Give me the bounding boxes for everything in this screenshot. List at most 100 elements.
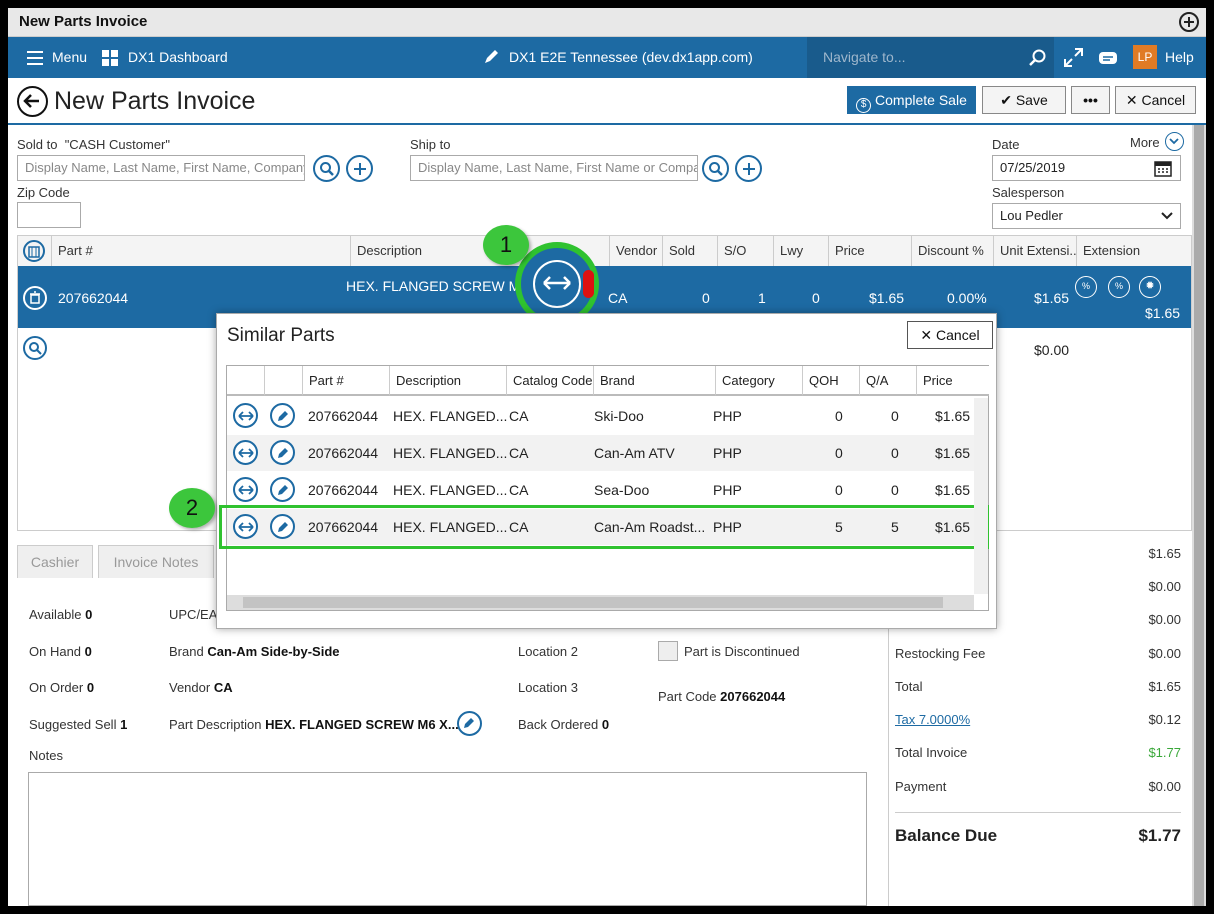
similar-parts-icon[interactable] <box>533 260 581 308</box>
add-part-search-icon[interactable] <box>23 336 47 360</box>
dialog-title: Similar Parts <box>227 325 335 346</box>
edit-part-icon[interactable] <box>270 440 295 465</box>
list-item[interactable]: 207662044 HEX. FLANGED... CA Can-Am ATV … <box>227 435 974 471</box>
on-order-field: On Order 0 <box>29 680 95 695</box>
col-sold[interactable]: Sold <box>663 236 718 266</box>
menu-label[interactable]: Menu <box>52 49 87 65</box>
edit-part-icon[interactable] <box>270 477 295 502</box>
part-code-field: Part Code 207662044 <box>658 689 786 704</box>
col-discount[interactable]: Discount % <box>912 236 994 266</box>
totals-separator <box>895 812 1181 813</box>
more-link[interactable]: More <box>1130 135 1160 150</box>
grid-vertical-scrollbar[interactable] <box>974 398 988 594</box>
dialog-cancel-label: Cancel <box>936 327 980 343</box>
col-price[interactable]: Price <box>917 366 989 396</box>
chevron-down-icon[interactable] <box>1165 132 1184 151</box>
row-description: HEX. FLANGED SCREW M6 <box>346 278 529 294</box>
select-part-icon[interactable] <box>233 477 258 502</box>
navigate-placeholder: Navigate to... <box>823 49 906 65</box>
save-label: Save <box>1015 92 1048 108</box>
dashboard-link[interactable]: DX1 Dashboard <box>128 49 228 65</box>
columns-icon[interactable] <box>23 240 45 262</box>
chat-icon[interactable] <box>1098 51 1118 69</box>
complete-sale-button[interactable]: $ Complete Sale <box>847 86 976 114</box>
discontinued-checkbox[interactable] <box>658 641 678 661</box>
cell-qa: 0 <box>891 408 899 424</box>
dialog-cancel-button[interactable]: ✕ Cancel <box>907 321 993 349</box>
tax-link[interactable]: Tax 7.0000% <box>895 712 970 727</box>
list-item[interactable]: 207662044 HEX. FLANGED... CA Ski-Doo PHP… <box>227 398 974 434</box>
tab-invoice-notes[interactable]: Invoice Notes <box>98 545 214 578</box>
help-link[interactable]: Help <box>1165 49 1194 65</box>
tab-cashier[interactable]: Cashier <box>17 545 93 578</box>
zip-label: Zip Code <box>17 185 70 200</box>
add-window-icon[interactable] <box>1179 12 1199 32</box>
col-lwy[interactable]: Lwy <box>774 236 829 266</box>
edit-description-icon[interactable] <box>457 711 482 736</box>
col-unit-ext[interactable]: Unit Extensi... <box>994 236 1077 266</box>
col-brand[interactable]: Brand <box>594 366 716 396</box>
col-part[interactable]: Part # <box>303 366 390 396</box>
date-input[interactable]: 07/25/2019 <box>992 155 1181 181</box>
tax-icon[interactable]: % <box>1108 276 1130 298</box>
cancel-button[interactable]: ✕ Cancel <box>1115 86 1196 114</box>
ship-to-add-icon[interactable] <box>735 155 762 182</box>
callout-1: 1 <box>483 225 529 265</box>
col-part[interactable]: Part # <box>52 236 351 266</box>
navigate-input[interactable]: Navigate to... <box>807 37 1054 78</box>
ship-to-input[interactable]: Display Name, Last Name, First Name or C… <box>410 155 698 181</box>
grid-scroll-thumb[interactable] <box>243 597 943 608</box>
cell-catalog: CA <box>509 482 529 498</box>
sold-to-add-icon[interactable] <box>346 155 373 182</box>
complete-sale-label: Complete Sale <box>875 92 967 108</box>
ship-to-search-icon[interactable] <box>702 155 729 182</box>
grid-horizontal-scrollbar[interactable] <box>227 595 974 610</box>
col-catalog-code[interactable]: Catalog Code <box>507 366 594 396</box>
col-category[interactable]: Category <box>716 366 803 396</box>
grid-column-selector[interactable] <box>18 236 52 266</box>
edit-part-icon[interactable] <box>270 403 295 428</box>
part-description-field: Part Description HEX. FLANGED SCREW M6 X… <box>169 717 459 732</box>
salesperson-select[interactable]: Lou Pedler <box>992 203 1181 229</box>
scrollbar-thumb[interactable] <box>1194 125 1204 906</box>
col-vendor[interactable]: Vendor <box>610 236 663 266</box>
dashboard-icon[interactable] <box>102 50 118 69</box>
total-row: Total $1.65 <box>895 679 1181 694</box>
save-button[interactable]: ✔ Save <box>982 86 1066 114</box>
col-price[interactable]: Price <box>829 236 912 266</box>
list-item[interactable]: 207662044 HEX. FLANGED... CA Sea-Doo PHP… <box>227 472 974 508</box>
col-description[interactable]: Description <box>390 366 507 396</box>
location2-label: Location 2 <box>518 644 578 659</box>
page-scrollbar[interactable] <box>1192 125 1206 906</box>
discount-icon[interactable]: % <box>1075 276 1097 298</box>
select-part-icon[interactable] <box>233 403 258 428</box>
back-arrow-icon[interactable] <box>17 86 48 117</box>
cell-part: 207662044 <box>308 408 379 424</box>
zip-input[interactable] <box>17 202 81 228</box>
sold-to-input[interactable]: Display Name, Last Name, First Name, Com… <box>17 155 305 181</box>
notes-label: Notes <box>29 748 63 763</box>
sold-to-search-icon[interactable] <box>313 155 340 182</box>
similar-parts-grid: Part # Description Catalog Code Brand Ca… <box>219 365 989 611</box>
expand-icon[interactable] <box>1064 48 1083 70</box>
cell-qa: 0 <box>891 482 899 498</box>
calendar-icon[interactable] <box>1154 159 1172 180</box>
search-icon[interactable] <box>1029 49 1047 67</box>
col-extension[interactable]: Extension <box>1077 236 1191 266</box>
window-title-bar: New Parts Invoice <box>8 8 1206 37</box>
menu-icon[interactable] <box>26 50 44 69</box>
cancel-label: Cancel <box>1141 92 1186 108</box>
col-select <box>227 366 265 396</box>
trash-icon[interactable] <box>23 286 47 310</box>
col-qoh[interactable]: QOH <box>803 366 860 396</box>
salesperson-label: Salesperson <box>992 185 1065 200</box>
more-options-button[interactable]: ••• <box>1071 86 1110 114</box>
notes-textarea[interactable] <box>28 772 867 906</box>
col-qa[interactable]: Q/A <box>860 366 917 396</box>
avatar[interactable]: LP <box>1133 45 1157 69</box>
select-part-icon[interactable] <box>233 440 258 465</box>
col-so[interactable]: S/O <box>718 236 774 266</box>
restocking-row: Restocking Fee $0.00 <box>895 646 1181 661</box>
cell-price: $1.65 <box>935 482 971 498</box>
settings-icon[interactable]: ✹ <box>1139 276 1161 298</box>
